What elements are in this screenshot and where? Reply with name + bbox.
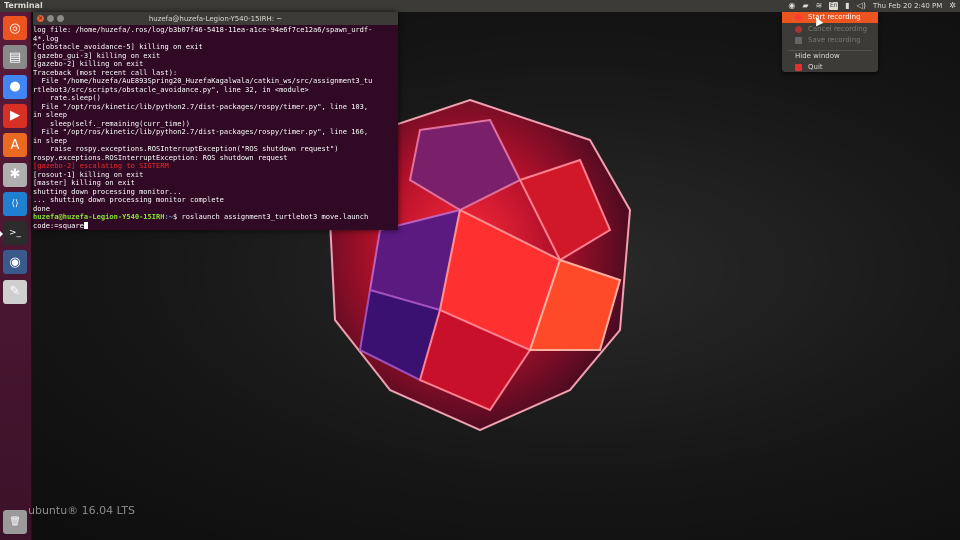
files-icon[interactable]: ▤	[3, 45, 27, 70]
prompt-path: :~	[164, 212, 174, 222]
save-icon	[795, 37, 802, 44]
terminal-output[interactable]: log file: /home/huzefa/.ros/log/b3b07f46…	[33, 25, 398, 230]
terminal-line: ... shutting down processing monitor com…	[33, 195, 224, 205]
vscode-icon[interactable]: ⟨⟩	[3, 191, 27, 216]
top-panel: Terminal ◉ ▰ ≋ En ▮ ◁) Thu Feb 20 2:40 P…	[0, 0, 960, 12]
wifi-icon[interactable]: ≋	[816, 0, 823, 12]
launcher: ◎ ▤ ● ▶ A ✱ ⟨⟩ >_ ◉ ✎ 🗑	[0, 12, 32, 540]
chrome-icon[interactable]: ●	[3, 74, 27, 99]
software-center-icon[interactable]: A	[3, 133, 27, 158]
settings-icon[interactable]: ✱	[3, 162, 27, 187]
recorder-menu: Start recording Cancel recording Save re…	[782, 12, 878, 72]
terminal-command-continuation: code:=square	[33, 220, 398, 230]
text-editor-icon[interactable]: ✎	[3, 279, 27, 304]
terminal-icon[interactable]: >_	[0, 221, 27, 246]
keyboard-icon[interactable]: En	[829, 2, 839, 10]
recorder-icon[interactable]: ◉	[788, 0, 795, 12]
volume-icon[interactable]: ◁)	[857, 0, 866, 12]
cancel-recording-item[interactable]: Cancel recording	[782, 24, 878, 35]
media-player-icon[interactable]: ▶	[3, 103, 27, 128]
browser-icon[interactable]: ◉	[3, 250, 27, 275]
terminal-line: log file: /home/huzefa/.ros/log/b3b07f46…	[33, 25, 373, 34]
cancel-icon	[795, 26, 802, 33]
terminal-title: huzefa@huzefa-Legion-Y540-15IRH: ~	[148, 14, 283, 23]
running-indicator	[0, 231, 3, 238]
command-text: roslaunch assignment3_turtlebot3 move.la…	[181, 212, 369, 222]
ubuntu-watermark: ubuntu® 16.04 LTS	[28, 504, 135, 517]
quit-label: Quit	[808, 63, 823, 71]
active-app-title: Terminal	[4, 1, 43, 10]
save-recording-item[interactable]: Save recording	[782, 35, 878, 46]
command-continuation: code:=square	[33, 220, 84, 230]
indicator-area: ◉ ▰ ≋ En ▮ ◁) Thu Feb 20 2:40 PM ✲	[788, 0, 956, 12]
hide-window-item[interactable]: Hide window	[782, 51, 878, 62]
text-cursor	[83, 221, 88, 229]
record-icon	[795, 14, 802, 21]
gear-icon[interactable]: ✲	[949, 0, 956, 12]
terminal-line: File "/opt/ros/kinetic/lib/python2.7/dis…	[33, 101, 369, 111]
clock[interactable]: Thu Feb 20 2:40 PM	[873, 0, 942, 12]
battery-icon[interactable]: ▮	[845, 0, 849, 12]
terminal-window[interactable]: × huzefa@huzefa-Legion-Y540-15IRH: ~ log…	[33, 12, 398, 230]
quit-item[interactable]: Quit	[782, 62, 878, 73]
prompt-symbol: $	[173, 212, 182, 222]
terminal-prompt-line: huzefa@huzefa-Legion-Y540-15IRH:~$ rosla…	[33, 213, 398, 222]
trash-icon[interactable]: 🗑	[3, 510, 27, 534]
save-recording-label: Save recording	[808, 36, 861, 44]
terminal-line: File "/opt/ros/kinetic/lib/python2.7/dis…	[33, 127, 369, 137]
quit-icon	[795, 64, 802, 71]
start-recording-item[interactable]: Start recording	[782, 12, 878, 23]
camera-icon[interactable]: ▰	[802, 0, 808, 12]
hide-window-label: Hide window	[795, 52, 840, 60]
terminal-titlebar[interactable]: × huzefa@huzefa-Legion-Y540-15IRH: ~	[33, 12, 398, 25]
ubuntu-dash-icon[interactable]: ◎	[3, 16, 27, 40]
